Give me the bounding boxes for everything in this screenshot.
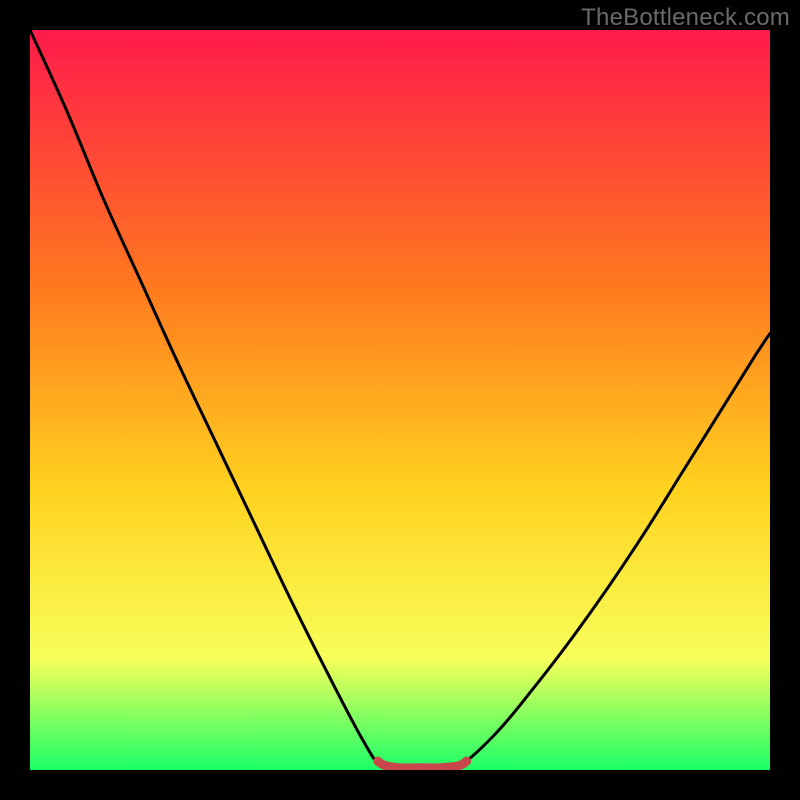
plot-area	[30, 30, 770, 770]
watermark-text: TheBottleneck.com	[581, 4, 790, 32]
chart-svg	[30, 30, 770, 770]
gradient-background	[30, 30, 770, 770]
chart-frame: TheBottleneck.com	[0, 0, 800, 800]
